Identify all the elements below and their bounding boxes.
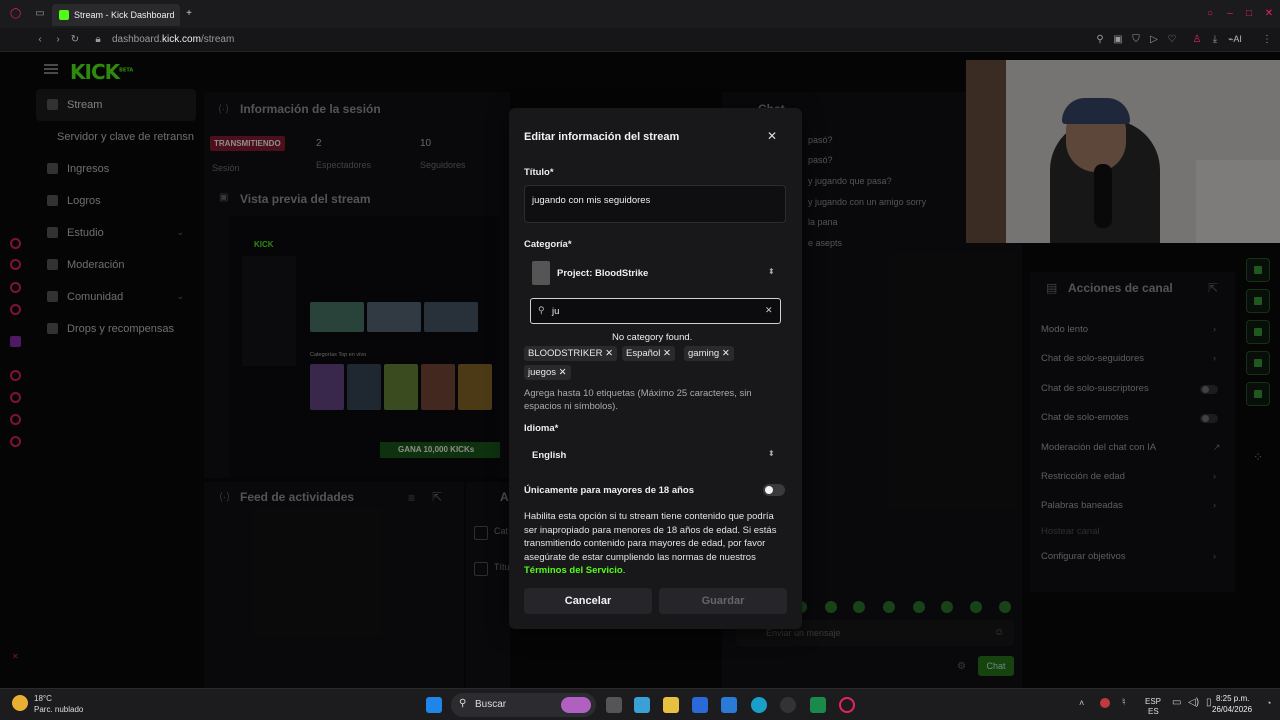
- windows-taskbar: 18°C Parc. nublado ⚲ Buscar ˄ ♮ ESP ES ▭…: [0, 688, 1280, 720]
- search-icon: ⚲: [459, 698, 467, 709]
- tab-title: Stream - Kick Dashboard: [74, 10, 175, 20]
- search-tabs-icon[interactable]: ○: [1205, 9, 1215, 19]
- language-value: English: [532, 450, 567, 461]
- app-icon[interactable]: [721, 697, 737, 713]
- save-button[interactable]: Guardar: [659, 588, 787, 614]
- category-thumbnail: [532, 261, 550, 285]
- language-sub: ES: [1148, 707, 1159, 716]
- tags-hint: Agrega hasta 10 etiquetas (Máximo 25 car…: [524, 388, 752, 412]
- copilot-icon[interactable]: [634, 697, 650, 713]
- kick-favicon-icon: [59, 10, 69, 20]
- back-icon[interactable]: ‹: [35, 35, 45, 45]
- browser-tab-bar: ◯ ▭ Stream - Kick Dashboard + ○ – □ ✕: [0, 0, 1280, 28]
- weather-icon: [12, 695, 28, 711]
- adult-label: Únicamente para mayores de 18 años: [524, 485, 695, 496]
- remove-tag-icon[interactable]: ✕: [722, 348, 730, 359]
- volume-icon[interactable]: ◁): [1188, 697, 1199, 708]
- address-bar: ‹ › ↻ 🔒︎ dashboard.kick.com/stream ⚲ ▣ ⛉…: [0, 28, 1280, 52]
- weather-temp[interactable]: 18°C: [34, 694, 52, 703]
- task-view-icon[interactable]: [606, 697, 622, 713]
- search-value: ju: [552, 306, 560, 317]
- profile-icon[interactable]: ♙: [1192, 35, 1202, 45]
- forward-icon[interactable]: ›: [53, 35, 63, 45]
- camera-icon[interactable]: ▣: [1113, 35, 1123, 45]
- browser-tab-active[interactable]: Stream - Kick Dashboard: [52, 4, 180, 26]
- category-value: Project: BloodStrike: [557, 268, 649, 279]
- tag-chip[interactable]: Español ✕: [622, 346, 675, 361]
- category-select[interactable]: Project: BloodStrike ⬍: [524, 256, 786, 290]
- select-arrows-icon: ⬍: [768, 449, 775, 458]
- lock-icon: 🔒︎: [95, 34, 101, 45]
- windows-start-icon[interactable]: [426, 697, 442, 713]
- select-arrows-icon: ⬍: [768, 267, 775, 276]
- file-explorer-icon[interactable]: [663, 697, 679, 713]
- play-icon[interactable]: ▷: [1149, 35, 1159, 45]
- search-label: Buscar: [475, 699, 507, 710]
- network-icon[interactable]: ▭: [1172, 697, 1181, 708]
- language-select[interactable]: English ⬍: [524, 440, 786, 470]
- edit-stream-modal: Editar información del stream ✕ Título* …: [509, 108, 802, 629]
- language-indicator[interactable]: ESP: [1145, 697, 1161, 706]
- opera-taskbar-icon[interactable]: [839, 697, 855, 713]
- clock-date[interactable]: 26/04/2026: [1212, 705, 1252, 714]
- obs-icon[interactable]: [780, 697, 796, 713]
- clear-search-icon[interactable]: ✕: [765, 305, 773, 316]
- modal-title: Editar información del stream: [524, 131, 680, 143]
- store-icon[interactable]: [692, 697, 708, 713]
- tab-list-icon[interactable]: ▭: [35, 9, 45, 19]
- tag-chip[interactable]: gaming ✕: [684, 346, 734, 361]
- language-label: Idioma*: [524, 423, 559, 434]
- title-input[interactable]: jugando con mis seguidores: [524, 185, 786, 223]
- extension-icon[interactable]: ⚲: [1095, 35, 1105, 45]
- remove-tag-icon[interactable]: ✕: [663, 348, 671, 359]
- search-highlight-icon: [561, 697, 591, 713]
- tray-chevron-icon[interactable]: ˄: [1079, 698, 1084, 708]
- close-icon[interactable]: ✕: [767, 129, 777, 143]
- opera-logo-icon[interactable]: ◯: [10, 9, 21, 19]
- taskbar-search[interactable]: ⚲ Buscar: [451, 693, 596, 717]
- remove-tag-icon[interactable]: ✕: [605, 348, 613, 359]
- cancel-button[interactable]: Cancelar: [524, 588, 652, 614]
- url-field[interactable]: dashboard.kick.com/stream: [112, 34, 234, 45]
- tray-app-icon[interactable]: [1100, 698, 1110, 708]
- search-icon: ⚲: [538, 305, 545, 315]
- new-tab-icon[interactable]: +: [184, 9, 194, 19]
- remove-tag-icon[interactable]: ✕: [559, 367, 567, 378]
- heart-icon[interactable]: ♡: [1167, 35, 1177, 45]
- edge-icon[interactable]: [751, 697, 767, 713]
- capcut-icon[interactable]: [810, 697, 826, 713]
- download-icon[interactable]: ⤓: [1210, 35, 1220, 45]
- battery-icon[interactable]: ▯: [1206, 697, 1212, 708]
- title-label: Título*: [524, 167, 554, 178]
- menu-icon[interactable]: ⋮: [1262, 35, 1272, 45]
- category-label: Categoría*: [524, 239, 572, 250]
- close-window-icon[interactable]: ✕: [1264, 9, 1274, 19]
- notification-icon[interactable]: ◔: [1266, 698, 1271, 708]
- reload-icon[interactable]: ↻: [70, 35, 80, 45]
- minimize-icon[interactable]: –: [1225, 9, 1235, 19]
- microphone-icon[interactable]: ♮: [1122, 697, 1126, 708]
- adult-description: Habilita esta opción si tu stream tiene …: [524, 511, 777, 576]
- ai-button[interactable]: ⌁AI: [1228, 34, 1242, 45]
- tag-chip[interactable]: BLOODSTRIKER ✕: [524, 346, 618, 361]
- maximize-icon[interactable]: □: [1244, 9, 1254, 19]
- toggle-knob: [765, 486, 773, 494]
- tag-chip[interactable]: juegos ✕: [524, 365, 571, 380]
- adult-toggle[interactable]: [763, 484, 785, 496]
- clock-time[interactable]: 8:25 p.m.: [1216, 694, 1249, 703]
- no-results-message: No category found.: [612, 332, 693, 343]
- shield-icon[interactable]: ⛉: [1131, 35, 1141, 45]
- terms-link[interactable]: Términos del Servicio: [524, 565, 623, 576]
- weather-desc[interactable]: Parc. nublado: [34, 705, 83, 714]
- category-search-input[interactable]: ⚲ ju ✕: [530, 298, 781, 324]
